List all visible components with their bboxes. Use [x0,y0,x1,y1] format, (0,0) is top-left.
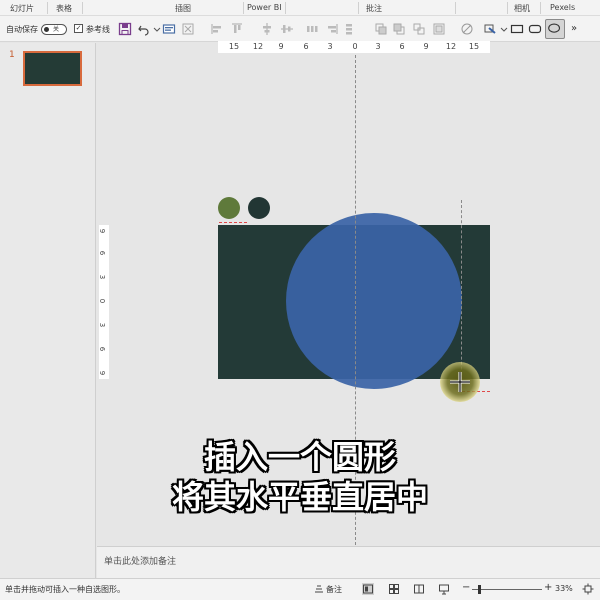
zoom-in-button[interactable]: + [544,582,552,593]
distribute-horizontal-icon[interactable] [305,22,319,36]
rounded-rectangle-shape-icon[interactable] [528,22,542,36]
crosshair-cursor-icon [450,372,470,392]
undo-icon[interactable] [137,22,151,36]
selection-pane-icon[interactable] [432,22,446,36]
bring-forward-icon[interactable] [374,22,388,36]
ruler-tick: 3 [98,322,107,328]
zoom-slider-track[interactable] [472,589,542,590]
shape-fill-icon[interactable] [460,22,474,36]
send-backward-icon[interactable] [392,22,406,36]
ruler-tick: 6 [399,42,405,51]
save-icon[interactable] [118,22,132,36]
ruler-tick: 9 [423,42,429,51]
oval-shape-button[interactable] [545,19,565,39]
autosave-state: 关 [53,26,60,33]
green-color-swatch[interactable] [218,197,240,219]
divider [82,2,83,14]
toggle-knob [44,27,49,32]
ruler-tick: 3 [327,42,333,51]
clear-icon[interactable] [181,22,195,36]
status-hint: 单击并拖动可插入一种自选图形。 [5,585,125,594]
inserted-circle-shape[interactable] [286,213,462,389]
align-center-icon[interactable] [260,22,274,36]
ruler-tick: 9 [98,370,107,376]
caption-line-2: 将其水平垂直居中 [171,478,428,516]
ribbon-group-labels: 幻灯片 表格 插图 Power BI 批注 相机 Pexels [0,0,600,16]
ruler-tick: 6 [98,250,107,256]
ruler-tick: 0 [98,298,107,304]
horizontal-ruler: 15 12 9 6 3 0 3 6 9 12 15 [218,41,490,53]
notes-placeholder: 单击此处添加备注 [104,557,177,567]
divider [47,2,48,14]
oval-shape-icon [548,23,561,33]
ribbon-group-camera[interactable]: 相机 [514,3,530,14]
notes-icon[interactable] [313,583,325,595]
ruler-tick: 3 [98,274,107,280]
divider [243,2,244,14]
align-right-icon[interactable] [325,22,339,36]
zoom-slider-thumb[interactable] [478,585,481,594]
ruler-tick: 12 [252,42,264,51]
shape-outline-icon[interactable] [483,22,497,36]
dark-color-swatch[interactable] [248,197,270,219]
ruler-tick: 6 [303,42,309,51]
divider [540,2,541,14]
guides-label: 参考线 [86,25,110,34]
quick-access-toolbar: 自动保存 关 ✓ 参考线 » [0,16,600,42]
divider [507,2,508,14]
ribbon-group-illustrations[interactable]: 插图 [175,3,191,14]
slideshow-icon[interactable] [162,22,176,36]
align-left-icon[interactable] [210,22,224,36]
ribbon-group-pexels[interactable]: Pexels [550,3,575,12]
align-top-icon[interactable] [230,22,244,36]
fit-to-window-icon[interactable] [582,583,594,595]
guides-checkbox[interactable]: ✓ [74,24,83,33]
ruler-tick: 12 [445,42,457,51]
ruler-tick: 0 [352,42,358,51]
vertical-ruler: 9 6 3 0 3 6 9 [98,225,109,379]
slide-sorter-icon[interactable] [388,583,400,595]
notes-toggle[interactable]: 备注 [326,584,342,595]
slide-thumbnail[interactable] [23,51,82,86]
slideshow-view-icon[interactable] [438,583,450,595]
zoom-percentage[interactable]: 33% [555,584,573,593]
ruler-tick: 9 [278,42,284,51]
divider [285,2,286,14]
chevron-down-icon[interactable] [150,22,161,36]
smart-spacing-guide [219,222,247,223]
align-middle-icon[interactable] [280,22,294,36]
ruler-tick: 15 [228,42,240,51]
autosave-toggle[interactable]: 关 [41,24,67,35]
status-bar: 单击并拖动可插入一种自选图形。 备注 − + 33% [0,578,600,600]
normal-view-icon[interactable] [362,583,374,595]
zoom-out-button[interactable]: − [462,582,470,593]
ribbon-group-power-bi[interactable]: Power BI [247,3,282,12]
chevron-down-icon[interactable] [497,22,508,36]
ruler-tick: 6 [98,346,107,352]
ribbon-group-comments[interactable]: 批注 [366,3,382,14]
ribbon-group-table[interactable]: 表格 [56,3,72,14]
divider [358,2,359,14]
autosave-label: 自动保存 [6,25,38,34]
ruler-tick: 9 [98,228,107,234]
ribbon-group-slides[interactable]: 幻灯片 [10,3,34,14]
group-icon[interactable] [412,22,426,36]
more-shapes-button[interactable]: » [571,23,577,34]
slide-number: 1 [9,50,15,60]
ruler-tick: 15 [468,42,480,51]
divider [455,2,456,14]
notes-pane[interactable]: 单击此处添加备注 [97,546,600,578]
ruler-tick: 3 [375,42,381,51]
distribute-vertical-icon[interactable] [342,22,356,36]
rectangle-shape-icon[interactable] [510,22,524,36]
reading-view-icon[interactable] [413,583,425,595]
